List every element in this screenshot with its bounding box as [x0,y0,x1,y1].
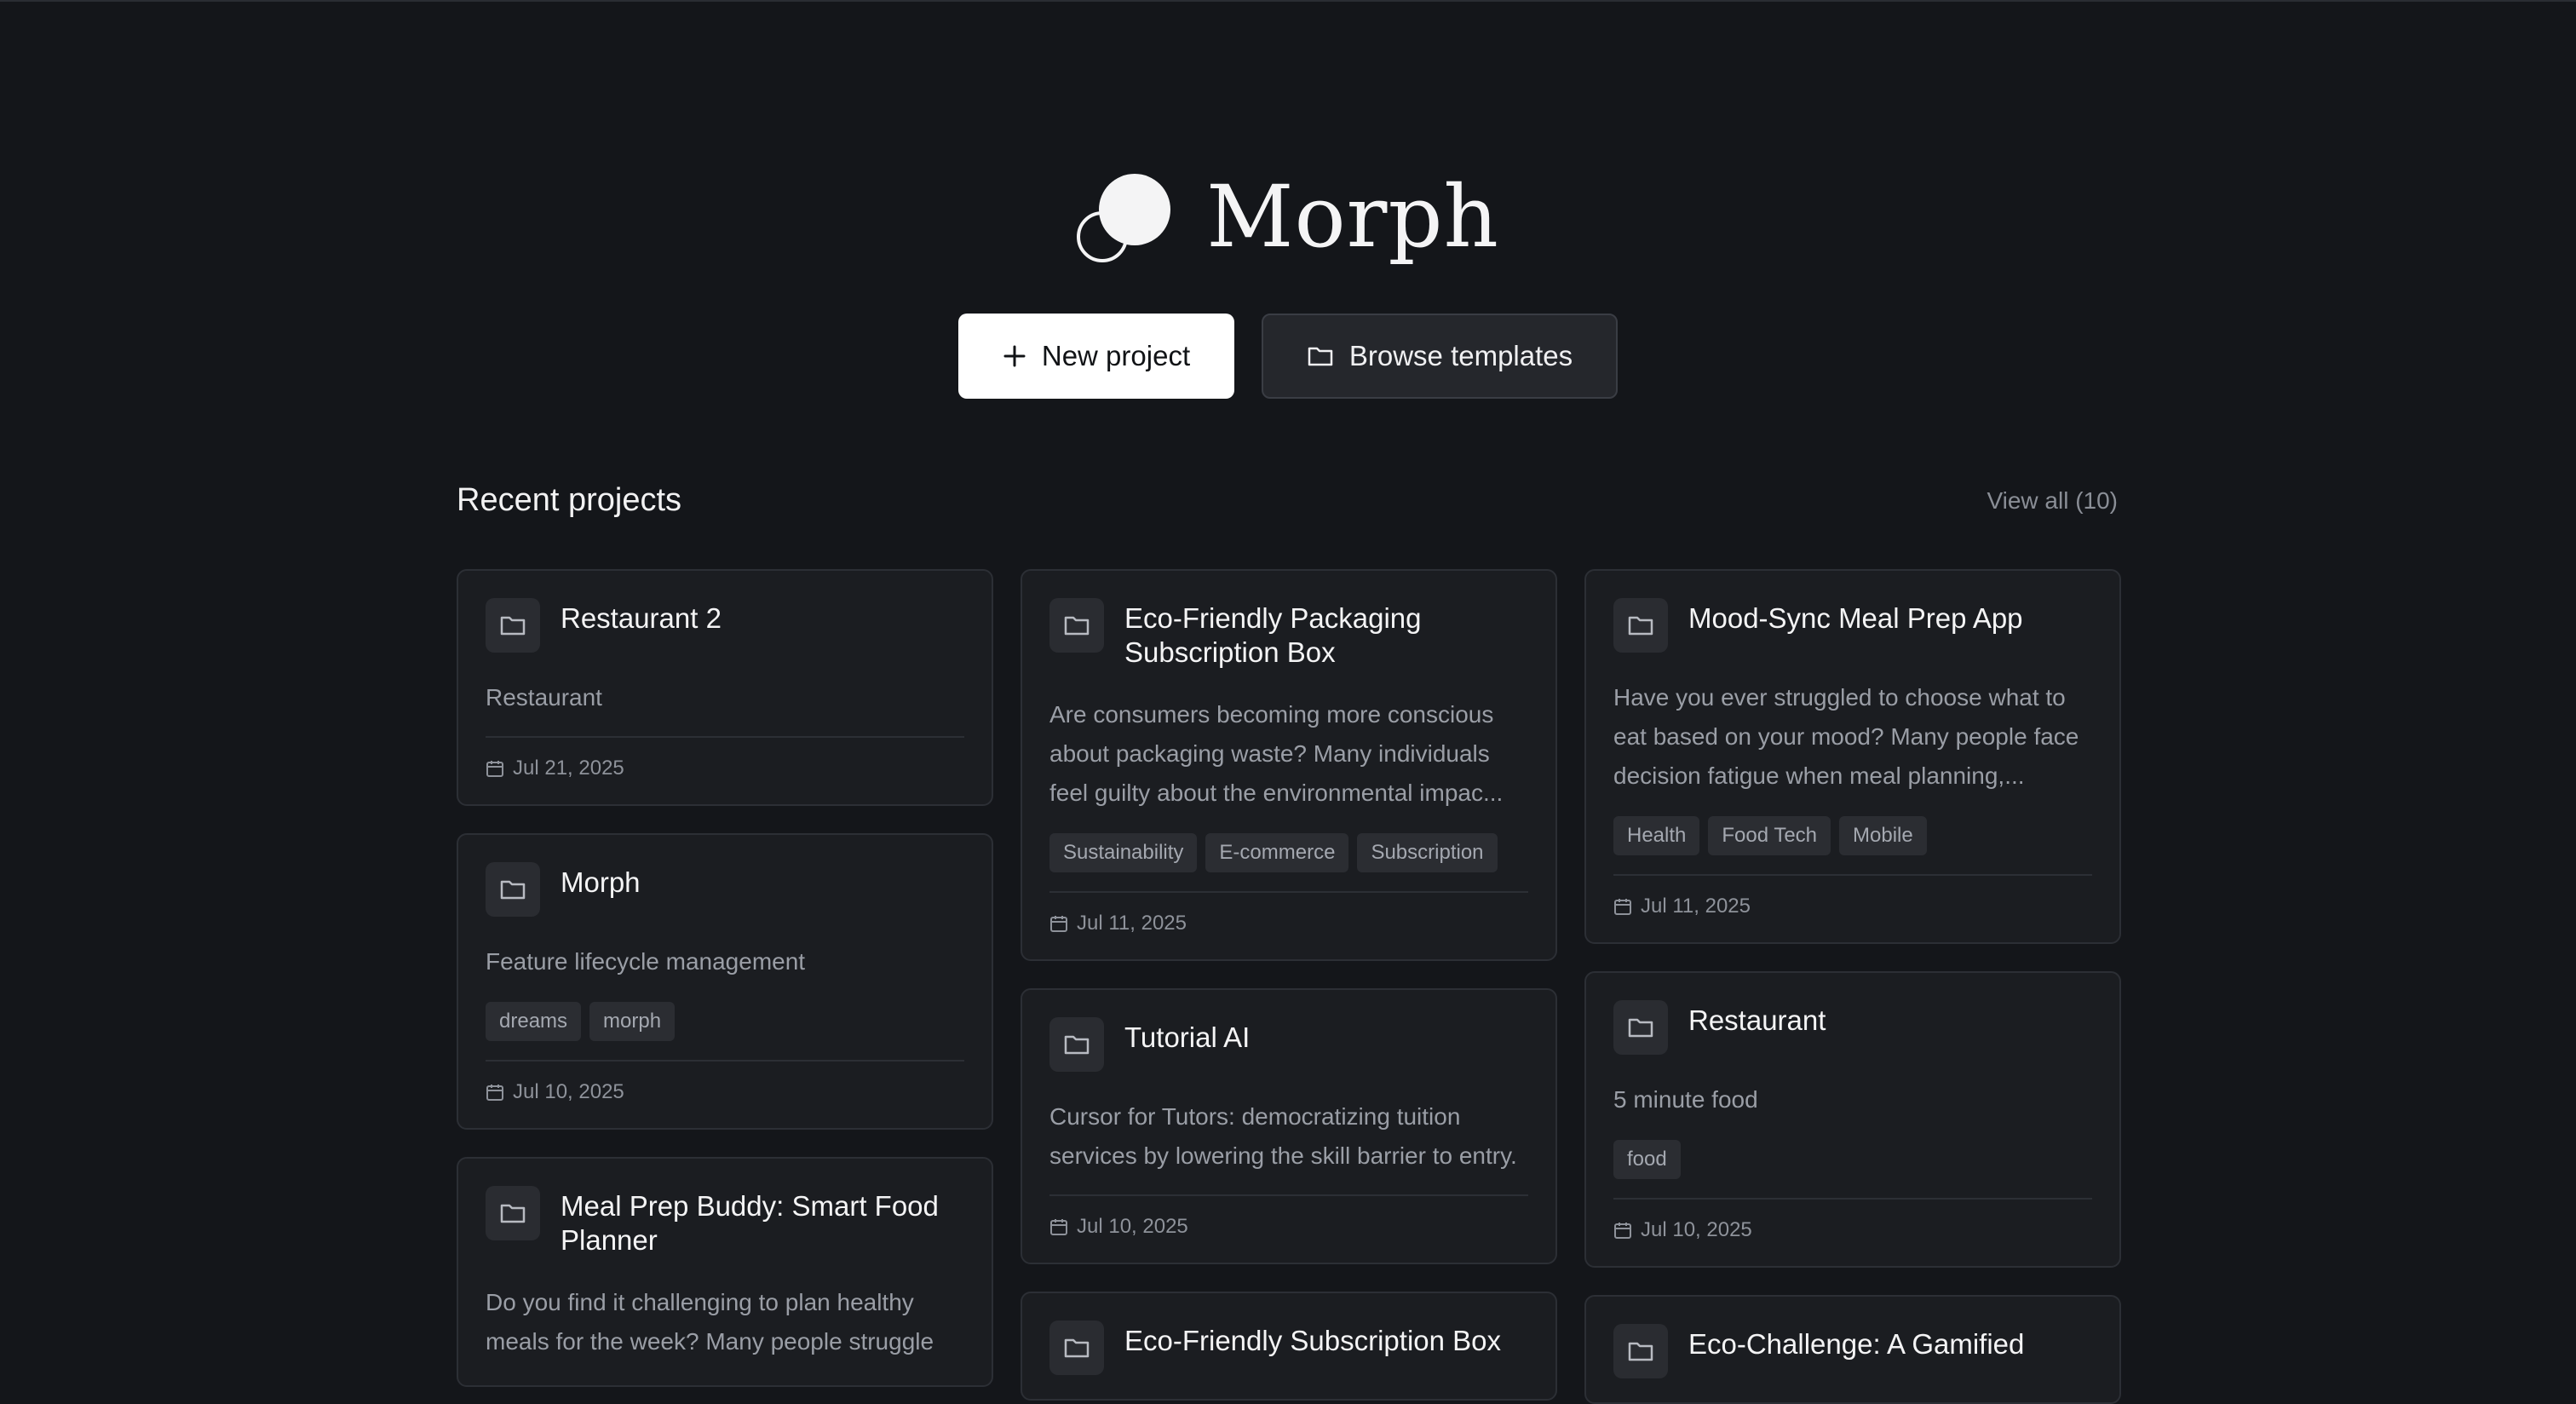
project-title: Tutorial AI [1124,1021,1251,1053]
project-title: Eco-Friendly Subscription Box [1124,1325,1502,1356]
project-tag: Food Tech [1708,816,1831,855]
project-date: Jul 10, 2025 [1049,1194,1528,1239]
folder-icon [1049,1321,1104,1375]
project-description: Feature lifecycle management [486,948,806,975]
plus-icon [1003,344,1026,368]
projects-column-2: Eco-Friendly Packaging Subscription Box A… [1021,569,1557,1401]
project-tags: food [1613,1140,2092,1179]
project-tags: Sustainability E-commerce Subscription [1049,833,1528,872]
project-tags: dreams morph [486,1002,964,1041]
project-tag: morph [589,1002,676,1041]
project-title: Meal Prep Buddy: Smart Food Planner [561,1190,939,1256]
project-title: Restaurant 2 [561,602,722,634]
project-card-header: Restaurant [1613,1000,2092,1055]
project-card-header: Tutorial AI [1049,1017,1528,1072]
folder-icon [486,598,540,653]
new-project-label: New project [1041,340,1191,371]
project-card-header: Eco-Challenge: A Gamified [1613,1324,2092,1378]
project-card-header: Restaurant 2 [486,598,964,653]
project-title: Mood-Sync Meal Prep App [1688,602,2023,634]
project-tag: Sustainability [1049,833,1198,872]
project-card-header: Meal Prep Buddy: Smart Food Planner [486,1186,964,1257]
project-tag: Health [1613,816,1700,855]
project-date: Jul 11, 2025 [1613,874,2092,918]
view-all-link[interactable]: View all (10) [1987,487,2118,515]
calendar-icon [1049,1217,1077,1236]
project-date-text: Jul 11, 2025 [1077,912,1187,935]
project-card[interactable]: Meal Prep Buddy: Smart Food Planner Do yo… [457,1157,993,1387]
project-tags: Health Food Tech Mobile [1613,816,2092,855]
folder-icon [1613,598,1668,653]
project-card[interactable]: Mood-Sync Meal Prep App Have you ever str… [1584,569,2121,944]
project-card-header: Morph [486,862,964,917]
project-tag: Subscription [1357,833,1498,872]
project-date-text: Jul 10, 2025 [1077,1215,1188,1238]
calendar-icon [486,759,513,778]
project-title: Restaurant [1688,1004,1826,1036]
folder-icon [486,862,540,917]
project-title: Eco-Friendly Packaging Subscription Box [1124,602,1422,668]
project-card-header: Eco-Friendly Subscription Box [1049,1321,1528,1375]
project-date-text: Jul 11, 2025 [1641,895,1751,918]
project-date-text: Jul 10, 2025 [513,1080,624,1103]
primary-actions: New project Browse templates [0,314,2576,399]
project-card[interactable]: Eco-Friendly Subscription Box [1021,1292,1557,1401]
project-card-header: Mood-Sync Meal Prep App [1613,598,2092,653]
browse-templates-button[interactable]: Browse templates [1262,314,1618,399]
project-tag: Mobile [1839,816,1927,855]
project-tag: food [1613,1140,1681,1179]
calendar-icon [486,1083,513,1102]
project-description: Restaurant [486,684,602,711]
project-card[interactable]: Tutorial AI Cursor for Tutors: democratiz… [1021,988,1557,1264]
folder-icon [1049,1017,1104,1072]
project-card[interactable]: Restaurant 2 Restaurant Jul 21, 2025 [457,569,993,806]
morph-logo-icon [1077,173,1171,262]
project-date-text: Jul 10, 2025 [1641,1218,1752,1241]
calendar-icon [1049,914,1077,933]
folder-icon [1613,1000,1668,1055]
calendar-icon [1613,1221,1641,1240]
project-date: Jul 10, 2025 [486,1060,964,1104]
project-card[interactable]: Eco-Challenge: A Gamified [1584,1295,2121,1404]
calendar-icon [1613,897,1641,916]
project-title: Morph [561,866,641,898]
project-date: Jul 21, 2025 [486,736,964,780]
app-name: Morph [1206,167,1499,267]
project-card[interactable]: Morph Feature lifecycle management dreams m… [457,833,993,1130]
folder-icon [486,1186,540,1240]
project-tag: E-commerce [1205,833,1349,872]
browse-templates-label: Browse templates [1348,340,1573,371]
project-description: Are consumers becoming more conscious ab… [1049,701,1504,806]
project-date-text: Jul 21, 2025 [513,757,624,780]
folder-icon [1613,1324,1668,1378]
brand-header: Morph [0,167,2576,267]
folder-icon [1049,598,1104,653]
project-date: Jul 10, 2025 [1613,1198,2092,1242]
project-description: 5 minute food [1613,1086,1758,1113]
projects-column-3: Mood-Sync Meal Prep App Have you ever str… [1584,569,2121,1404]
new-project-button[interactable]: New project [958,314,1234,399]
project-title: Eco-Challenge: A Gamified [1688,1328,2025,1360]
recent-projects-header: Recent projects View all (10) [457,482,2118,519]
window-top-border [0,0,2576,2]
recent-projects-title: Recent projects [457,482,682,518]
project-description: Have you ever struggled to choose what t… [1613,684,2079,789]
project-date: Jul 11, 2025 [1049,891,1528,935]
projects-column-1: Restaurant 2 Restaurant Jul 21, 2025 Morph F… [457,569,993,1387]
project-description: Cursor for Tutors: democratizing tuition… [1049,1103,1517,1169]
project-description: Do you find it challenging to plan healt… [486,1289,934,1355]
folder-icon [1307,344,1334,368]
project-card-header: Eco-Friendly Packaging Subscription Box [1049,598,1528,670]
project-card[interactable]: Eco-Friendly Packaging Subscription Box A… [1021,569,1557,961]
project-tag: dreams [486,1002,582,1041]
project-card[interactable]: Restaurant 5 minute food food Jul 10, 2025 [1584,971,2121,1268]
